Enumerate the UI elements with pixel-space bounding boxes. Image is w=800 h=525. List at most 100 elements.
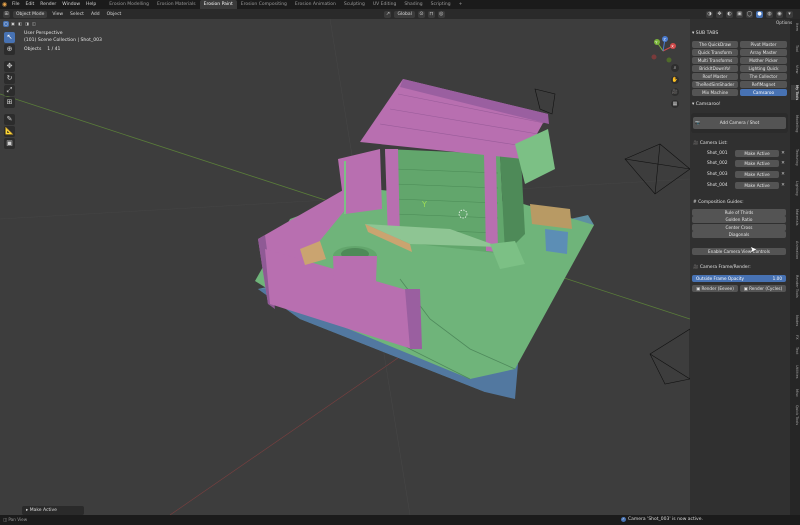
shading-options-icon[interactable]: ▾: [786, 10, 794, 18]
transform-tool-icon[interactable]: ⊞: [4, 97, 15, 108]
workspace-tab-uv-editing[interactable]: UV Editing: [369, 0, 400, 9]
make-active-button-shot-004[interactable]: Make Active: [735, 182, 779, 189]
tab-lighting[interactable]: Lighting: [791, 181, 799, 196]
workspace-tab-scripting[interactable]: Scripting: [427, 0, 455, 9]
make-active-button-shot-002[interactable]: Make Active: [735, 160, 779, 167]
cursor-tool-icon[interactable]: ⊕: [4, 44, 15, 55]
subtab-pivot-master[interactable]: Pivot Master: [740, 41, 787, 48]
camsaroo-header[interactable]: ▾ Camsaroo!: [692, 102, 721, 107]
shading-rendered-icon[interactable]: ◉: [776, 10, 784, 18]
xray-icon[interactable]: ▣: [736, 10, 744, 18]
menu-file[interactable]: File: [9, 0, 23, 9]
blender-logo-icon[interactable]: ◉: [0, 0, 9, 9]
menu-window[interactable]: Window: [59, 0, 83, 9]
menu-add[interactable]: Add: [89, 12, 102, 17]
transform-orientation-icon[interactable]: ↗: [384, 10, 392, 18]
overlay-icon[interactable]: ◐: [726, 10, 734, 18]
annotate-tool-icon[interactable]: ✎: [4, 114, 15, 125]
3d-viewport[interactable]: Y: [0, 19, 690, 515]
subtab-brickitdownyo[interactable]: BrickItDownYo!: [692, 65, 738, 72]
object-mode-dropdown[interactable]: Object Mode: [13, 10, 48, 18]
subtab-quick-transform[interactable]: Quick Transform: [692, 49, 738, 56]
workspace-tab-erosion-modelling[interactable]: Erosion Modelling: [105, 0, 153, 9]
tab-text[interactable]: Text: [791, 347, 799, 354]
subtab-the-quickdraw[interactable]: The QuickDraw: [692, 41, 738, 48]
tab-texturing[interactable]: Texturing: [791, 149, 799, 166]
tab-item[interactable]: Item: [791, 23, 799, 31]
subtab-lighting-quick[interactable]: Lighting Quick: [740, 65, 787, 72]
subtab-the-collector[interactable]: The Collector: [740, 73, 787, 80]
options-dropdown[interactable]: Options: [776, 20, 792, 25]
tab-render-tools[interactable]: Render Tools: [791, 275, 799, 298]
subtabs-header[interactable]: ▾ SUB TABS: [692, 31, 718, 36]
render-cycles-button[interactable]: ▣ Render (Cycles): [740, 285, 786, 292]
remove-camera-icon-shot-003[interactable]: ✕: [780, 171, 786, 178]
navigation-gizmo[interactable]: X Y Z: [648, 36, 678, 66]
select-subtract-icon[interactable]: ◧: [17, 20, 23, 27]
select-invert-icon[interactable]: ◨: [24, 20, 30, 27]
tab-materials[interactable]: Materials: [791, 209, 799, 225]
add-camera-shot-button[interactable]: 📷 Add Camera / Shot: [693, 117, 786, 129]
tab-my-tools[interactable]: My Tools: [791, 85, 799, 101]
tab-tool[interactable]: Tool: [791, 45, 799, 52]
tab-nodes[interactable]: Nodes: [791, 315, 799, 326]
visibility-icon[interactable]: ◑: [706, 10, 714, 18]
guide-rule-of-thirds-button[interactable]: Rule of Thirds: [692, 209, 786, 216]
menu-help[interactable]: Help: [83, 0, 99, 9]
enable-camera-view-controls-button[interactable]: Enable Camera View Controls: [692, 248, 786, 255]
last-operator-panel[interactable]: ▸ Make Active: [22, 506, 84, 515]
remove-camera-icon-shot-001[interactable]: ✕: [780, 150, 786, 157]
gizmo-toggle-icon[interactable]: ✥: [716, 10, 724, 18]
menu-object[interactable]: Object: [105, 12, 124, 17]
add-cube-tool-icon[interactable]: ▣: [4, 138, 15, 149]
select-intersect-icon[interactable]: ◫: [31, 20, 37, 27]
scale-tool-icon[interactable]: ⤢: [4, 85, 15, 96]
subtab-camsaroo[interactable]: Camsaroo: [740, 89, 787, 96]
make-active-button-shot-003[interactable]: Make Active: [735, 171, 779, 178]
subtab-array-master[interactable]: Array Master: [740, 49, 787, 56]
workspace-tab-shading[interactable]: Shading: [400, 0, 426, 9]
proportional-edit-icon[interactable]: ◎: [437, 10, 445, 18]
tab-modelling[interactable]: Modelling: [791, 115, 799, 132]
subtab-roof-master[interactable]: Roof Master: [692, 73, 738, 80]
menu-render[interactable]: Render: [37, 0, 59, 9]
move-tool-icon[interactable]: ✥: [4, 61, 15, 72]
menu-select[interactable]: Select: [68, 12, 86, 17]
tab-view[interactable]: View: [791, 65, 799, 74]
workspace-tab-erosion-animation[interactable]: Erosion Animation: [291, 0, 340, 9]
snap-icon[interactable]: ⊓: [427, 10, 435, 18]
measure-tool-icon[interactable]: 📐: [4, 126, 15, 137]
menu-view[interactable]: View: [50, 12, 65, 17]
tab-misc[interactable]: Misc: [791, 389, 799, 397]
remove-camera-icon-shot-004[interactable]: ✕: [780, 182, 786, 189]
render-eevee-button[interactable]: ▣ Render (Eevee): [692, 285, 738, 292]
select-new-icon[interactable]: ▢: [3, 20, 9, 27]
shading-solid-icon[interactable]: ●: [756, 10, 764, 18]
workspace-tab-erosion-compositing[interactable]: Erosion Compositing: [237, 0, 291, 9]
outside-frame-opacity-slider[interactable]: Outside Frame Opacity 1.00: [692, 275, 786, 282]
guide-diagonals-button[interactable]: Diagonals: [692, 231, 786, 238]
camera-view-icon[interactable]: 🎥: [671, 88, 679, 96]
workspace-tab-erosion-materials[interactable]: Erosion Materials: [153, 0, 200, 9]
rotate-tool-icon[interactable]: ↻: [4, 73, 15, 84]
remove-camera-icon-shot-002[interactable]: ✕: [780, 160, 786, 167]
subtab-multi-transforms[interactable]: Multi Transforms: [692, 57, 738, 64]
add-workspace-button[interactable]: +: [455, 0, 467, 9]
orientation-dropdown[interactable]: Global: [394, 10, 415, 18]
select-box-tool-icon[interactable]: ↖: [4, 32, 15, 43]
pivot-icon[interactable]: ⊙: [417, 10, 425, 18]
tab-fx[interactable]: FX: [791, 335, 799, 340]
subtab-mix-machine[interactable]: Mix Machine: [692, 89, 738, 96]
select-extend-icon[interactable]: ▣: [10, 20, 16, 27]
menu-edit[interactable]: Edit: [23, 0, 38, 9]
transform-gizmo-icon[interactable]: Y: [419, 197, 435, 213]
guide-golden-ratio-button[interactable]: Golden Ratio: [692, 216, 786, 223]
shading-material-icon[interactable]: ◍: [766, 10, 774, 18]
subtab-reflmagnet[interactable]: ReflMagnet: [740, 81, 787, 88]
tab-quick-tools[interactable]: Quick Tools: [791, 405, 799, 425]
workspace-tab-erosion-paint[interactable]: Erosion Paint: [199, 0, 237, 9]
tab-animation[interactable]: Animation: [791, 241, 799, 259]
perspective-toggle-icon[interactable]: ▦: [671, 100, 679, 108]
guide-center-cross-button[interactable]: Center Cross: [692, 224, 786, 231]
editor-type-icon[interactable]: ⊞: [3, 10, 10, 18]
